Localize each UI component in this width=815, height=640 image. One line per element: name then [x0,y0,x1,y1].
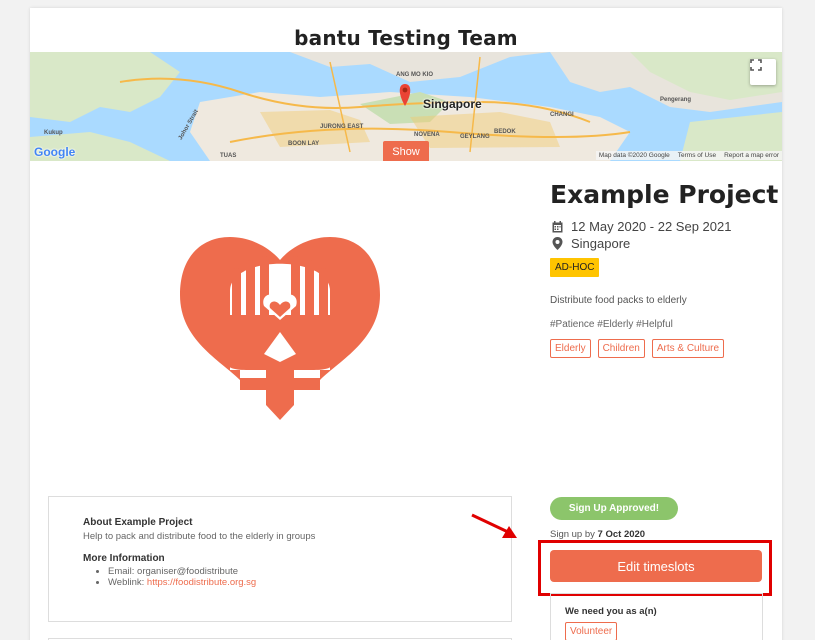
map-place-label: ANG MO KIO [396,72,433,78]
location-pin-icon [552,237,563,250]
map-place-label: BOON LAY [288,141,320,147]
red-arrow-icon [471,513,517,538]
location-map[interactable]: Kukup Johor Strait BOON LAY JURONG EAST … [30,52,782,161]
signup-approved-badge: Sign Up Approved! [550,497,678,520]
fullscreen-button[interactable] [750,59,776,85]
map-place-label: GEYLANG [460,134,490,140]
roles-needed-box: We need you as a(n) Volunteer [550,593,763,640]
edit-timeslots-button[interactable]: Edit timeslots [550,550,762,582]
more-info-title: More Information [83,553,165,564]
project-location: Singapore [552,236,630,251]
signup-by-date: 7 Oct 2020 [597,529,646,540]
project-dates: 12 May 2020 - 22 Sep 2021 [552,219,731,234]
project-location-text: Singapore [571,236,631,251]
google-logo: Google [34,145,76,159]
map-place-label: NOVENA [414,132,440,138]
project-title: Example Project [550,180,779,209]
fullscreen-icon [750,59,762,71]
about-section: About Example Project Help to pack and d… [48,496,512,622]
about-text: Help to pack and distribute food to the … [83,531,316,542]
signup-by-label: Sign up by [550,529,598,540]
signup-deadline: Sign up by 7 Oct 2020 [550,529,645,540]
calendar-icon [552,220,563,232]
map-city-label: Singapore [423,97,482,111]
project-hashtags: #Patience #Elderly #Helpful [550,319,673,330]
map-place-label: JURONG EAST [320,124,364,130]
map-place-label: CHANGI [550,112,574,118]
tag-elderly[interactable]: Elderly [550,339,591,358]
tag-arts-culture[interactable]: Arts & Culture [651,339,725,358]
map-place-label: Kukup [44,130,63,136]
map-attribution: Map data ©2020 Google Terms of Use Repor… [595,151,782,160]
map-place-label: TUAS [220,153,237,159]
terms-of-use-link[interactable]: Terms of Use [678,152,716,159]
project-logo [180,237,380,420]
project-date-range: 12 May 2020 - 22 Sep 2021 [571,219,732,234]
project-card: bantu Testing Team Kukup Johor Strait BO… [30,8,782,640]
weblink-link[interactable]: https://foodistribute.org.sg [147,577,256,588]
weblink-label: Weblink: [108,577,147,588]
adhoc-badge: AD-HOC [550,258,600,277]
email-info: Email: organiser@foodistribute [108,566,315,577]
about-title: About Example Project [83,517,193,528]
map-data-text: Map data ©2020 Google [598,152,670,159]
roles-needed-title: We need you as a(n) [565,606,657,617]
team-title: bantu Testing Team [294,26,518,50]
weblink-info: Weblink: https://foodistribute.org.sg [108,577,315,588]
show-map-button[interactable]: Show [383,141,429,161]
cause-tags: Elderly Children Arts & Culture [550,339,725,358]
report-map-error-link[interactable]: Report a map error [724,152,779,159]
role-volunteer-tag: Volunteer [565,622,618,640]
map-place-label: BEDOK [494,129,516,135]
map-place-label: Pengerang [660,97,692,103]
tag-children[interactable]: Children [597,339,645,358]
project-description: Distribute food packs to elderly [550,295,687,306]
